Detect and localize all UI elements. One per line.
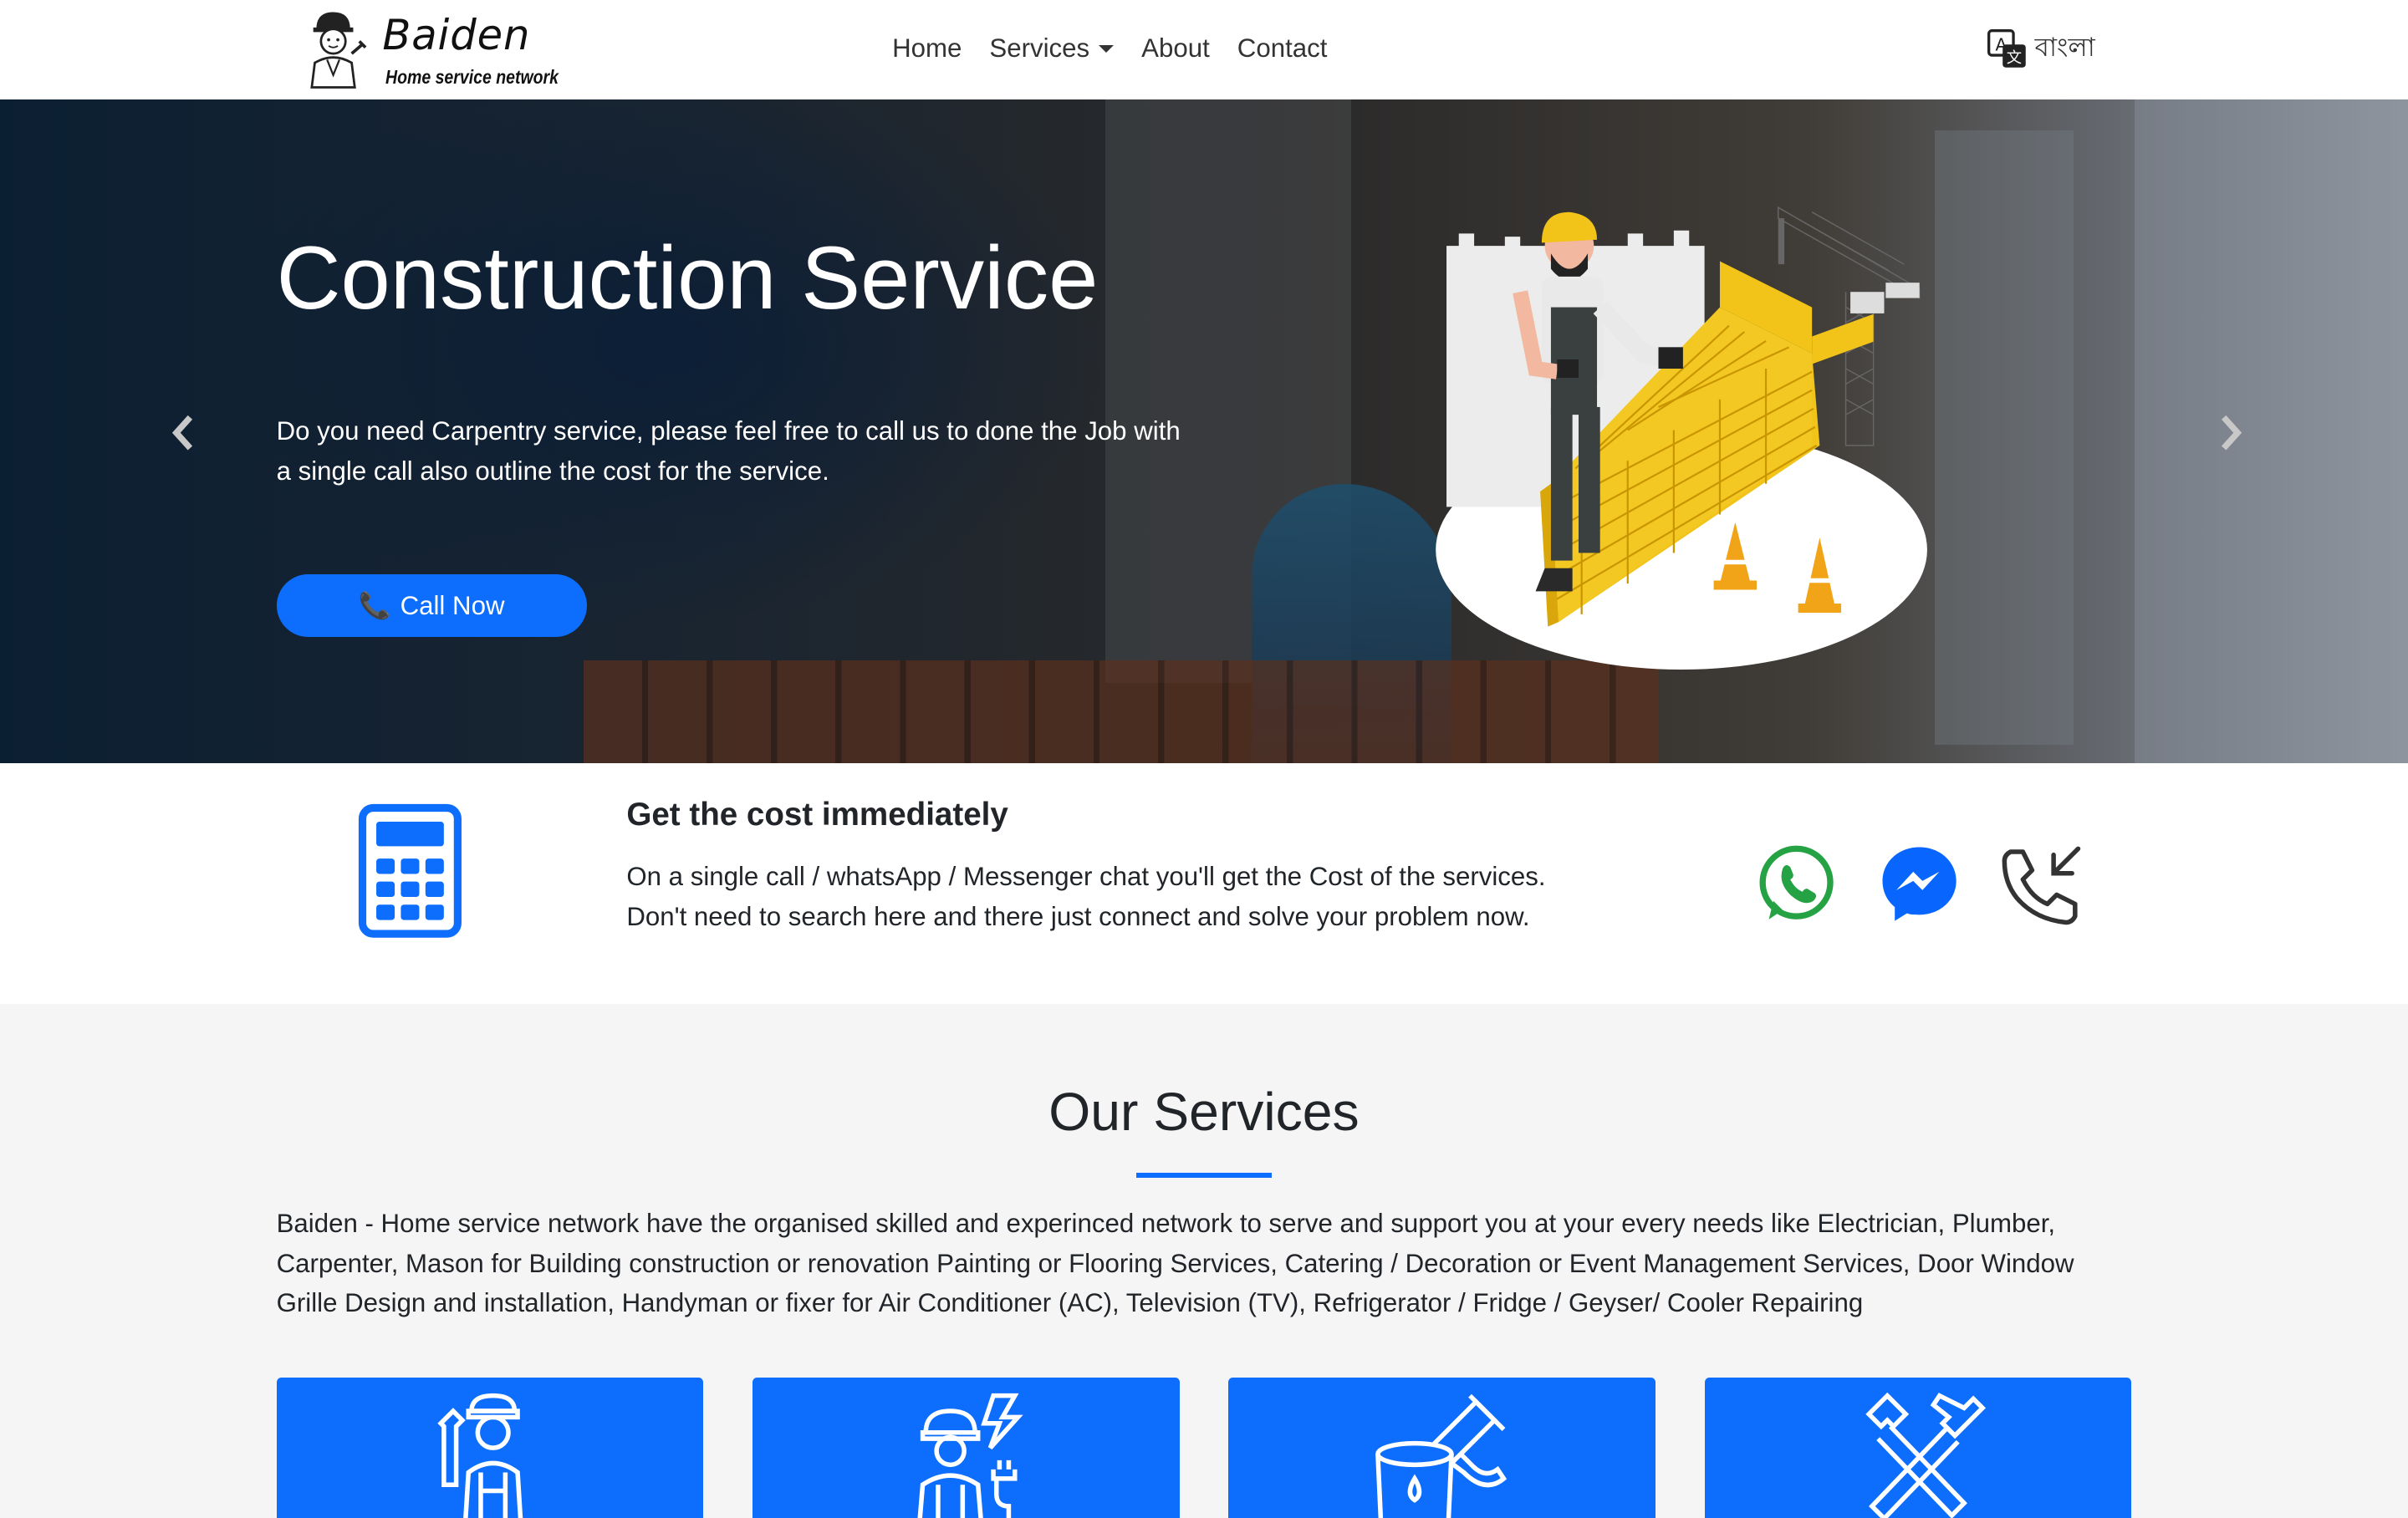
brand-tagline: Home service network [385, 65, 559, 88]
background-building [1935, 130, 2074, 745]
svg-text:文: 文 [2007, 50, 2022, 68]
service-card-electrician[interactable] [752, 1377, 1180, 1518]
background-bricks [583, 660, 1659, 763]
chevron-down-icon [1099, 44, 1115, 53]
brand-logo[interactable]: Baiden Home service network [301, 8, 559, 94]
calculator-icon [358, 803, 462, 938]
services-description: Baiden - Home service network have the o… [276, 1208, 2074, 1318]
services-title: Our Services [1048, 1082, 1360, 1143]
cost-title: Get the cost immediately [626, 797, 1008, 833]
hero-description: Do you need Carpentry service, please fe… [276, 416, 1181, 486]
title-underline [1136, 1173, 1272, 1178]
service-card-plumber[interactable] [276, 1377, 704, 1518]
nav-home[interactable]: Home [879, 33, 976, 64]
brand-name: Baiden [382, 10, 531, 59]
electrician-icon [917, 1393, 1023, 1518]
call-now-label: Call Now [400, 590, 505, 620]
cost-description: On a single call / whatsApp / Messenger … [626, 861, 1546, 931]
nav-services-label: Services [989, 33, 1090, 64]
nav-about[interactable]: About [1128, 33, 1224, 64]
phone-incoming-icon[interactable] [1998, 843, 2084, 929]
language-switch[interactable]: A 文 বাংলা [1986, 28, 2095, 71]
nav-contact[interactable]: Contact [1223, 33, 1341, 64]
tools-icon [1865, 1392, 1987, 1518]
chevron-left-icon[interactable] [166, 411, 202, 454]
service-card-painting[interactable] [1228, 1377, 1656, 1518]
main-nav: Home Services About Contact [879, 33, 1341, 64]
worker-mascot-icon [310, 12, 367, 89]
messenger-icon[interactable] [1878, 843, 1961, 925]
nav-services-dropdown[interactable]: Services [976, 33, 1128, 64]
phone-icon: 📞 [358, 591, 391, 621]
construction-worker-illustration [1436, 206, 1928, 670]
hero-title: Construction Service [276, 227, 1099, 328]
whatsapp-icon[interactable] [1755, 843, 1838, 925]
call-now-button[interactable]: 📞 Call Now [276, 573, 587, 638]
background-building [2135, 99, 2408, 763]
navbar: Baiden Home service network Home Service… [0, 0, 2408, 100]
translate-icon: A 文 [1987, 29, 2026, 69]
plumber-icon [437, 1393, 523, 1518]
paint-bucket-brush-icon [1375, 1393, 1507, 1518]
language-label: বাংলা [2034, 33, 2095, 63]
service-card-handyman[interactable] [1704, 1377, 2132, 1518]
chevron-right-icon[interactable] [2212, 411, 2248, 454]
